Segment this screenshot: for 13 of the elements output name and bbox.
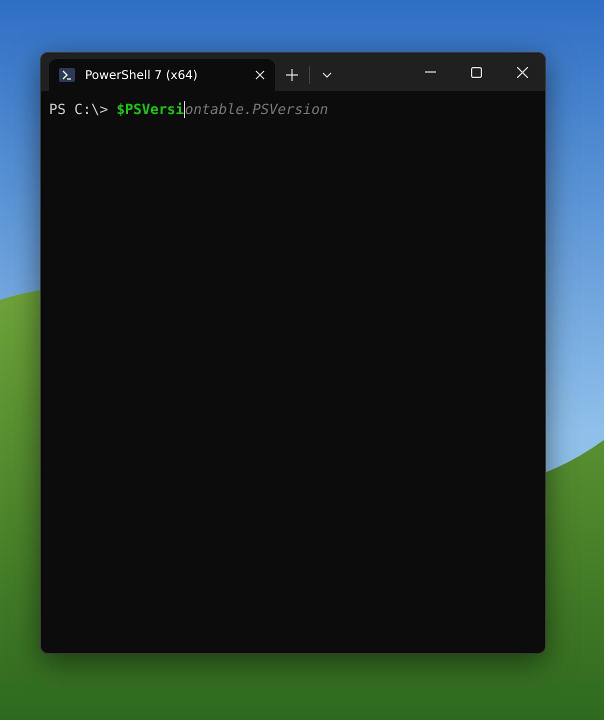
chevron-down-icon[interactable] <box>322 72 332 78</box>
terminal-tab[interactable]: PowerShell 7 (x64) <box>49 59 275 91</box>
minimize-icon[interactable] <box>424 71 436 73</box>
typed-command-text: $PSVersi <box>116 102 184 118</box>
autocomplete-suggestion: ontable.PSVersion <box>184 102 328 118</box>
text-cursor <box>184 101 185 118</box>
close-tab-icon[interactable] <box>255 70 265 80</box>
tab-title: PowerShell 7 (x64) <box>85 68 199 82</box>
plus-icon[interactable] <box>286 69 298 81</box>
prompt-text: PS C:\> <box>49 102 110 118</box>
close-icon[interactable] <box>516 66 528 78</box>
powershell-icon <box>59 68 75 82</box>
maximize-icon[interactable] <box>470 66 482 78</box>
